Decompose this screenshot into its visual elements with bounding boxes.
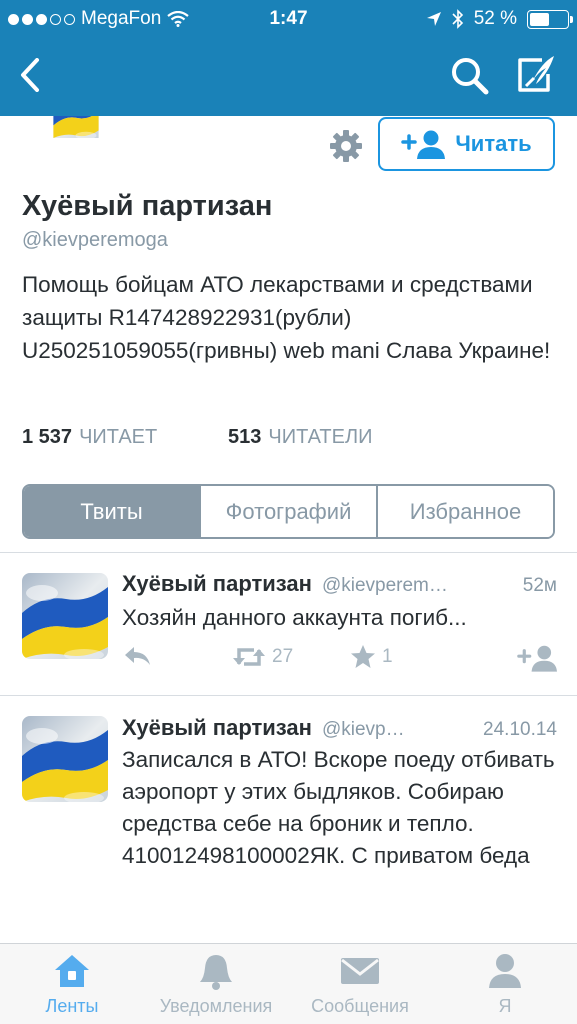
- tweet-avatar[interactable]: [22, 573, 108, 659]
- person-icon: [485, 950, 525, 992]
- profile-stats: 1 537 ЧИТАЕТ 513 ЧИТАТЕЛИ: [22, 426, 372, 449]
- tab-me-label: Я: [498, 996, 512, 1016]
- compose-tweet-button[interactable]: [512, 52, 560, 98]
- chevron-left-icon: [21, 58, 39, 92]
- follow-button-label: Читать: [455, 131, 532, 156]
- tab-notifications[interactable]: Уведомления: [144, 950, 288, 1022]
- flag-avatar-image: [40, 116, 112, 170]
- retweet-icon: [233, 648, 265, 666]
- profile-avatar[interactable]: [40, 116, 112, 170]
- search-button[interactable]: [448, 52, 492, 98]
- profile-bio: Помощь бойцам АТО лекарствами и средства…: [22, 272, 551, 363]
- tweet-timestamp: 52м: [522, 575, 557, 596]
- tweet-author-handle: @kievp…: [321, 719, 405, 740]
- tab-messages-label: Сообщения: [311, 996, 409, 1016]
- location-arrow-icon: [426, 12, 441, 26]
- follow-button[interactable]: Читать: [378, 117, 555, 171]
- reply-button[interactable]: [122, 644, 152, 668]
- following-stat[interactable]: 1 537 ЧИТАЕТ: [22, 426, 157, 449]
- envelope-icon: [340, 950, 380, 992]
- segment-photos[interactable]: Фотографий: [199, 486, 376, 537]
- following-count: 1 537: [22, 426, 73, 448]
- home-icon: [52, 950, 92, 992]
- tweet-author-name: Хуёвый партизан: [122, 571, 312, 596]
- tweet-avatar[interactable]: [22, 716, 108, 802]
- retweet-count: 27: [272, 646, 294, 667]
- bluetooth-icon: [452, 9, 463, 29]
- status-right-group: 52 %: [426, 8, 573, 30]
- followers-count: 513: [228, 426, 262, 448]
- add-user-icon: [517, 645, 557, 672]
- tweet-text: Хозяйн данного аккаунта погиб...: [122, 605, 467, 630]
- profile-name: Хуёвый партизан: [22, 190, 273, 222]
- search-icon: [452, 58, 489, 95]
- settings-button[interactable]: [328, 128, 364, 164]
- tweet-text: Записался в АТО! Вскоре поеду отбивать а…: [122, 747, 555, 868]
- status-bar: MegaFon 1:47 52 %: [0, 0, 577, 38]
- segment-tweets[interactable]: Твиты: [24, 486, 199, 537]
- bell-icon: [196, 950, 236, 992]
- segment-favorites[interactable]: Избранное: [376, 486, 553, 537]
- tweet-author-name: Хуёвый партизан: [122, 715, 312, 740]
- tab-me[interactable]: Я: [433, 950, 577, 1022]
- battery-icon: [527, 9, 573, 29]
- follow-user-button[interactable]: [517, 644, 557, 672]
- tab-bar: Ленты Уведомления Сообщения Я: [0, 943, 577, 1024]
- tweet-header: Хуёвый партизан @kievperem… 52м: [122, 571, 557, 597]
- tweet-timestamp: 24.10.14: [483, 719, 557, 740]
- reply-icon: [125, 647, 150, 665]
- flag-avatar-image: [22, 573, 108, 659]
- navigation-bar: MegaFon 1:47 52 %: [0, 0, 577, 116]
- tweet-item[interactable]: Хуёвый партизан @kievperem… 52м Хозяйн д…: [0, 553, 577, 695]
- tab-home[interactable]: Ленты: [0, 950, 144, 1022]
- tweet-author-handle: @kievperem…: [321, 575, 448, 596]
- add-user-icon: [401, 130, 446, 159]
- following-label: ЧИТАЕТ: [79, 426, 158, 448]
- star-icon: [351, 645, 375, 668]
- followers-label: ЧИТАТЕЛИ: [268, 426, 373, 448]
- tab-notifications-label: Уведомления: [159, 996, 273, 1016]
- tweet-header: Хуёвый партизан @kievp… 24.10.14: [122, 715, 557, 741]
- retweet-button[interactable]: 27: [232, 644, 293, 670]
- profile-segmented-control: Твиты Фотографий Избранное: [22, 484, 555, 539]
- flag-avatar-image: [22, 716, 108, 802]
- back-button[interactable]: [10, 50, 50, 100]
- followers-stat[interactable]: 513 ЧИТАТЕЛИ: [228, 426, 372, 449]
- compose-icon: [518, 56, 554, 92]
- favorite-count: 1: [382, 646, 393, 667]
- favorite-button[interactable]: 1: [350, 644, 393, 670]
- tweet-actions: 27 1: [122, 644, 557, 674]
- profile-handle: @kievperemoga: [22, 229, 168, 251]
- tab-home-label: Ленты: [45, 996, 99, 1016]
- tweet-item[interactable]: Хуёвый партизан @kievp… 24.10.14 Записал…: [0, 696, 577, 943]
- battery-percent: 52 %: [473, 8, 517, 29]
- tab-messages[interactable]: Сообщения: [288, 950, 432, 1022]
- gear-icon: [330, 130, 362, 162]
